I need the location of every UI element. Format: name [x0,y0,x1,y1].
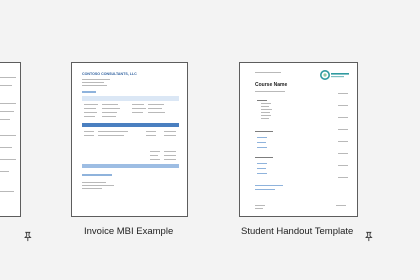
doc-line [82,79,110,80]
doc-line [164,135,176,137]
doc-line [132,112,143,114]
doc-line [255,185,283,186]
doc-line [150,155,158,157]
doc-line [102,112,117,114]
doc-line [257,137,267,138]
doc-line [255,189,275,190]
doc-line [148,108,162,110]
doc-line [102,108,120,110]
doc-line [338,105,348,106]
doc-line [0,171,9,173]
doc-line [338,165,348,166]
doc-line [102,116,116,118]
doc-line [84,108,96,110]
invoice-table-header [82,123,179,127]
doc-line [261,106,269,107]
invoice-company-name: CONTOSO CONSULTANTS, LLC [82,72,137,76]
doc-line [82,188,102,189]
handout-course-title: Course Name [255,82,288,88]
doc-line [164,131,176,133]
doc-line [261,112,270,113]
doc-line [261,103,271,104]
doc-line [84,131,94,133]
doc-line [255,205,265,206]
doc-line [82,82,104,83]
doc-line [84,116,95,118]
template-thumbnail-partial[interactable] [0,62,21,217]
invoice-info-band [82,96,179,101]
invoice-total-bar [82,164,179,168]
doc-line [255,208,263,209]
school-logo [320,68,350,80]
doc-line [255,131,273,132]
doc-line [132,108,146,110]
template-name-student-handout: Student Handout Template [241,226,354,237]
doc-line [84,112,97,114]
doc-line [257,168,266,169]
pin-icon[interactable] [22,231,33,242]
template-card-student-handout[interactable]: Course Name Student Handout Template [235,0,380,250]
doc-line [255,91,285,92]
doc-line [84,104,98,106]
template-thumbnail-student-handout[interactable]: Course Name [239,62,358,217]
doc-line [82,85,107,86]
doc-line [82,174,112,176]
doc-line [0,111,14,113]
doc-line [257,100,267,101]
doc-line [257,173,267,174]
doc-line [98,131,128,133]
doc-line [150,151,160,153]
doc-line [261,118,269,119]
doc-heading [82,91,96,93]
doc-line [0,103,16,105]
doc-line [146,131,156,133]
doc-line [261,115,271,116]
doc-line [0,147,12,149]
template-card-partial[interactable] [0,0,40,250]
doc-line [0,85,12,87]
doc-line [0,119,10,121]
doc-line [148,104,164,106]
template-name-invoice: Invoice MBI Example [84,226,174,237]
pin-icon[interactable] [363,231,374,242]
doc-line [164,155,176,157]
template-thumbnail-invoice[interactable]: CONTOSO CONSULTANTS, LLC [71,62,188,217]
doc-line [0,77,16,79]
doc-line [84,135,94,137]
doc-line [338,93,348,94]
template-card-invoice[interactable]: CONTOSO CONSULTANTS, LLC Invoice MBI Exa… [70,0,190,250]
doc-line [257,163,267,164]
doc-line [338,153,348,154]
doc-line [338,141,348,142]
doc-line [132,104,144,106]
doc-line [336,205,346,206]
doc-line [82,182,106,183]
doc-line [0,191,14,193]
doc-line [146,135,156,137]
doc-line [338,117,348,118]
doc-line [0,135,16,137]
doc-line [255,157,273,158]
doc-line [0,159,16,161]
doc-line [148,112,165,114]
doc-line [164,151,176,153]
doc-line [338,177,348,178]
doc-line [257,142,266,143]
doc-line [257,147,267,148]
doc-line [102,104,118,106]
doc-line [255,72,281,73]
doc-line [82,185,114,186]
doc-line [164,159,176,161]
doc-line [98,135,124,137]
doc-line [150,159,160,161]
doc-line [261,109,272,110]
doc-line [338,129,348,130]
